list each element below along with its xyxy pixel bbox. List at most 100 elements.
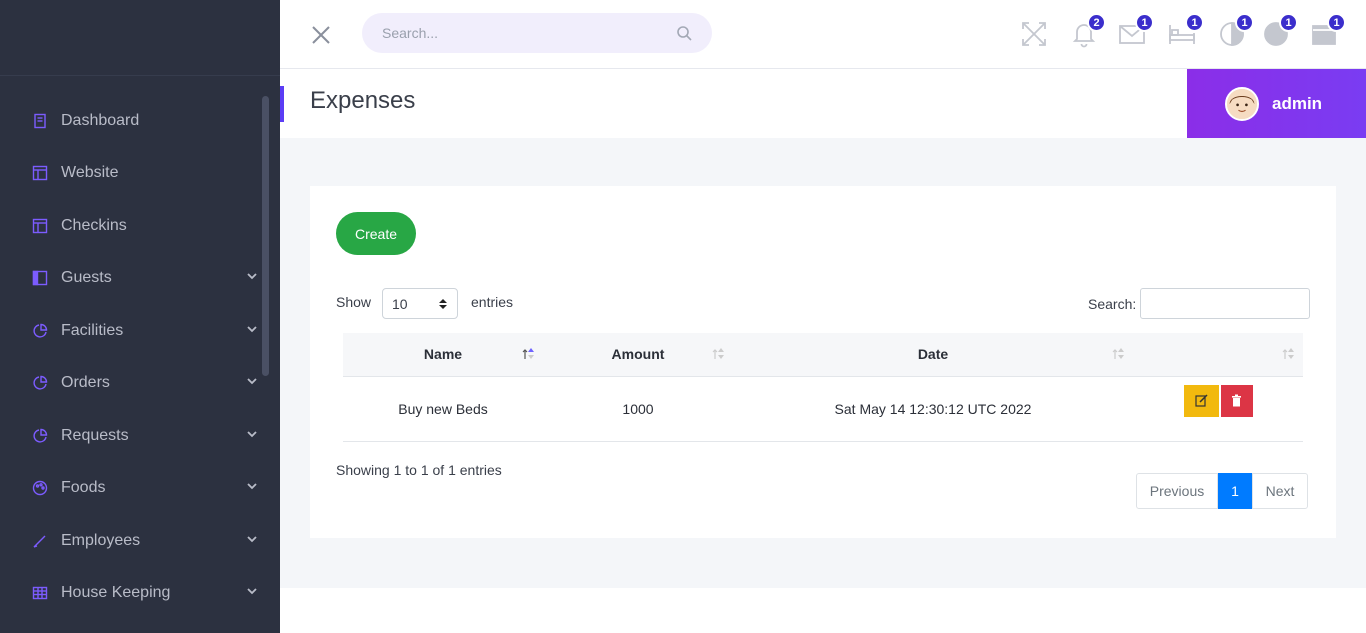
page-header: Expenses admin (280, 69, 1366, 138)
create-button[interactable]: Create (336, 212, 416, 255)
expenses-card: Create Show 10 entries Search: Name Amou… (310, 186, 1336, 538)
chart-button[interactable]: 1 (1218, 13, 1254, 48)
sidebar-scrollbar[interactable] (262, 96, 269, 376)
delete-button[interactable] (1220, 384, 1253, 417)
sort-icon (1112, 348, 1124, 359)
sidebar-item-guests[interactable]: Guests (30, 263, 258, 293)
chevron-down-icon (246, 374, 258, 392)
sidebar-item-checkins[interactable]: Checkins (30, 211, 258, 241)
sort-asc-icon (522, 348, 534, 359)
user-menu[interactable]: admin (1187, 69, 1366, 138)
sidebar-item-label: Website (61, 164, 119, 181)
sort-icon (712, 348, 724, 359)
box-badge: 1 (1327, 13, 1346, 32)
close-icon (312, 26, 330, 44)
close-sidebar-button[interactable] (310, 24, 332, 46)
sidebar-item-label: Requests (61, 427, 129, 444)
page-length-select[interactable]: 10 (382, 288, 458, 319)
column-header-actions[interactable] (1133, 333, 1303, 377)
pagination-next[interactable]: Next (1252, 473, 1308, 509)
chevron-down-icon (246, 584, 258, 602)
cell-name: Buy new Beds (343, 376, 543, 442)
beds-badge: 1 (1185, 13, 1204, 32)
user-badge: 1 (1279, 13, 1298, 32)
sidebar-item-label: Foods (61, 479, 106, 496)
message-badge: 1 (1135, 13, 1154, 32)
sidebar-item-house-keeping[interactable]: House Keeping (30, 578, 258, 608)
pagination-page-1[interactable]: 1 (1218, 473, 1252, 509)
chevron-down-icon (246, 532, 258, 550)
grid-icon (30, 583, 50, 603)
chevron-down-icon (246, 427, 258, 445)
chevron-down-icon (246, 269, 258, 287)
sidebar: Dashboard Website Checkins Guests Facili… (0, 0, 280, 633)
column-header-date[interactable]: Date (733, 333, 1133, 377)
pie-chart-icon (30, 373, 50, 393)
search-icon[interactable] (676, 25, 692, 41)
sidebar-item-website[interactable]: Website (30, 158, 258, 188)
user-button[interactable]: 1 (1262, 13, 1298, 48)
sort-icon (1282, 348, 1294, 359)
column-header-amount[interactable]: Amount (543, 333, 733, 377)
sidebar-logo-area (0, 0, 280, 76)
page-title: Expenses (310, 87, 416, 114)
notifications-button[interactable]: 2 (1070, 13, 1106, 48)
box-button[interactable]: 1 (1310, 13, 1346, 48)
sidebar-item-requests[interactable]: Requests (30, 421, 258, 451)
global-search (362, 13, 712, 53)
sidebar-item-label: Dashboard (61, 112, 140, 129)
topbar: 2 1 1 1 1 1 (280, 0, 1366, 69)
chart-badge: 1 (1235, 13, 1254, 32)
column-header-name[interactable]: Name (343, 333, 543, 377)
app-root: Dashboard Website Checkins Guests Facili… (0, 0, 1366, 633)
avatar-face-icon (1227, 88, 1257, 119)
table-header-row: Name Amount Date (343, 333, 1303, 377)
table-search-input[interactable] (1140, 288, 1310, 319)
expand-icon (1022, 22, 1046, 46)
pagination-previous[interactable]: Previous (1136, 473, 1218, 509)
book-icon (30, 111, 50, 131)
header-accent-bar (280, 86, 284, 122)
sidebar-item-employees[interactable]: Employees (30, 526, 258, 556)
pie-chart-icon (30, 426, 50, 446)
layout-icon (30, 216, 50, 236)
search-input[interactable] (362, 13, 712, 53)
expenses-table: Name Amount Date Buy new Beds 1000 Sat M… (343, 333, 1303, 442)
show-label: Show (336, 294, 372, 310)
palette-icon (30, 478, 50, 498)
table-search-label: Search: (1088, 296, 1137, 312)
page-length-value: 10 (392, 295, 408, 312)
sidebar-item-dashboard[interactable]: Dashboard (30, 106, 258, 136)
fullscreen-button[interactable] (1020, 20, 1048, 48)
cell-amount: 1000 (543, 376, 733, 442)
notification-badge: 2 (1087, 13, 1106, 32)
pagination: Previous 1 Next (1136, 473, 1308, 509)
edit-button[interactable] (1183, 384, 1219, 417)
beds-button[interactable]: 1 (1168, 13, 1204, 48)
chevron-down-icon (246, 479, 258, 497)
sidebar-item-label: Orders (61, 374, 110, 391)
cell-date: Sat May 14 12:30:12 UTC 2022 (733, 376, 1133, 442)
sidebar-item-label: Employees (61, 532, 141, 549)
cell-actions (1133, 376, 1303, 442)
sidebar-item-label: Guests (61, 269, 112, 286)
chevron-down-icon (246, 322, 258, 340)
edit-icon (1194, 394, 1208, 407)
pie-chart-icon (30, 321, 50, 341)
table-row: Buy new Beds 1000 Sat May 14 12:30:12 UT… (343, 376, 1303, 442)
sidebar-item-label: Facilities (61, 322, 124, 339)
sidebar-item-label: Checkins (61, 217, 127, 234)
sidebar-item-orders[interactable]: Orders (30, 368, 258, 398)
pen-icon (30, 531, 50, 551)
select-arrows-icon (439, 299, 447, 309)
layout-icon (30, 163, 50, 183)
user-name: admin (1272, 93, 1323, 113)
row-actions (1183, 384, 1253, 417)
entries-label: entries (471, 294, 514, 310)
table-info: Showing 1 to 1 of 1 entries (336, 462, 502, 478)
trash-icon (1232, 394, 1241, 407)
sidebar-item-foods[interactable]: Foods (30, 473, 258, 503)
sidebar-item-facilities[interactable]: Facilities (30, 316, 258, 346)
messages-button[interactable]: 1 (1118, 13, 1154, 48)
sidebar-icon (30, 268, 50, 288)
